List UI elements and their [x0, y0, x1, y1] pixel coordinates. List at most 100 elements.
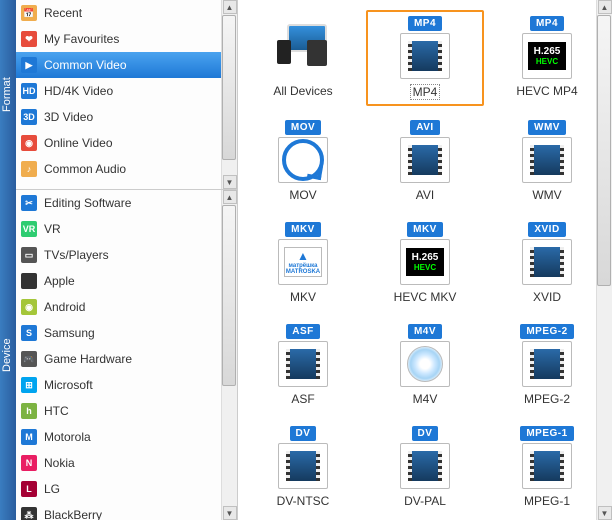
scroll-down-icon[interactable]: ▼	[598, 506, 612, 520]
format-label: ASF	[291, 392, 314, 406]
sidebar-item-my-favourites[interactable]: ❤My Favourites	[16, 26, 237, 52]
scroll-down-icon[interactable]: ▼	[223, 506, 237, 520]
format-badge: AVI	[410, 120, 439, 135]
document-icon	[400, 443, 450, 489]
sidebar-item-vr[interactable]: VRVR	[16, 216, 237, 242]
sidebar-item-online-video[interactable]: ◉Online Video	[16, 130, 237, 156]
rail-label-format: Format	[0, 0, 16, 190]
scroll-down-icon[interactable]: ▼	[223, 175, 237, 189]
sidebar-item-recent[interactable]: 📅Recent	[16, 0, 237, 26]
content-scrollbar[interactable]: ▲ ▼	[596, 0, 612, 520]
sidebar-item-hd-4k-video[interactable]: HD HD/4K Video	[16, 78, 237, 104]
scroll-up-icon[interactable]: ▲	[223, 190, 237, 204]
format-tile-wmv[interactable]: WMVWMV	[488, 114, 606, 208]
category-rail: Format Device	[0, 0, 16, 520]
android-icon: ◉	[20, 298, 38, 316]
format-label: MKV	[290, 290, 316, 304]
format-label: AVI	[416, 188, 434, 202]
device-scrollbar[interactable]: ▲▼	[221, 190, 237, 520]
game-icon: 🎮	[20, 350, 38, 368]
format-tile-hevc-mkv[interactable]: MKVH.265HEVC HEVC MKV	[366, 216, 484, 310]
sidebar-item-label: Nokia	[44, 456, 75, 470]
scroll-track[interactable]	[222, 14, 237, 175]
sidebar-item-label: Game Hardware	[44, 352, 132, 366]
format-label: XVID	[533, 290, 561, 304]
format-icon: MPEG-1	[515, 426, 579, 490]
format-tile-mp4[interactable]: MP4 MP4	[366, 10, 484, 106]
format-label: HEVC MKV	[394, 290, 457, 304]
online-video-icon: ◉	[20, 134, 38, 152]
format-label: DV-NTSC	[277, 494, 330, 508]
format-tile-all-devices[interactable]: All Devices	[244, 10, 362, 106]
format-tile-m4v[interactable]: M4VM4V	[366, 318, 484, 412]
sidebar-item-label: HD/4K Video	[44, 84, 113, 98]
format-icon: DV	[393, 426, 457, 490]
sidebar-item-tvs-players[interactable]: ▭TVs/Players	[16, 242, 237, 268]
format-badge: WMV	[528, 120, 566, 135]
format-tile-mov[interactable]: MOVMOV	[244, 114, 362, 208]
scroll-thumb[interactable]	[222, 205, 236, 386]
scroll-track[interactable]	[597, 14, 612, 506]
sidebar-item-label: TVs/Players	[44, 248, 109, 262]
format-scrollbar[interactable]: ▲▼	[221, 0, 237, 189]
document-icon	[522, 341, 572, 387]
format-tile-avi[interactable]: AVI AVI	[366, 114, 484, 208]
format-icon: XVID	[515, 222, 579, 286]
microsoft-icon: ⊞	[20, 376, 38, 394]
format-label: MP4	[410, 84, 441, 100]
sidebar-item-samsung[interactable]: SSamsung	[16, 320, 237, 346]
document-icon	[278, 137, 328, 183]
scroll-thumb[interactable]	[222, 15, 236, 160]
format-tile-asf[interactable]: ASF ASF	[244, 318, 362, 412]
sidebar-item-3d-video[interactable]: 3D3D Video	[16, 104, 237, 130]
sidebar-item-motorola[interactable]: MMotorola	[16, 424, 237, 450]
rail-label-device: Device	[0, 190, 16, 520]
format-badge: XVID	[528, 222, 565, 237]
recent-icon: 📅	[20, 4, 38, 22]
format-icon: ASF	[271, 324, 335, 388]
sidebar-item-blackberry[interactable]: ⁂BlackBerry	[16, 502, 237, 520]
scroll-up-icon[interactable]: ▲	[223, 0, 237, 14]
sidebar-item-nokia[interactable]: NNokia	[16, 450, 237, 476]
format-icon: WMV	[515, 120, 579, 184]
format-icon: MPEG-2	[515, 324, 579, 388]
sidebar-item-label: 3D Video	[44, 110, 93, 124]
sidebar-device-section: ✂Editing SoftwareVRVR▭TVs/Players Apple ◉ A…	[16, 190, 237, 520]
sidebar-item-label: My Favourites	[44, 32, 119, 46]
format-grid: All DevicesMP4MP4MP4H.265HEVCHEVC MP4MOV…	[238, 0, 612, 520]
sidebar-format-section: 📅Recent❤My Favourites▶Common Video HD HD/4…	[16, 0, 237, 190]
lg-icon: L	[20, 480, 38, 498]
sidebar-item-label: Apple	[44, 274, 75, 288]
format-tile-hevc-mp4[interactable]: MP4H.265HEVCHEVC MP4	[488, 10, 606, 106]
sidebar-item-label: Android	[44, 300, 85, 314]
sidebar-item-htc[interactable]: hHTC	[16, 398, 237, 424]
format-tile-dv-pal[interactable]: DVDV-PAL	[366, 420, 484, 514]
editing-icon: ✂	[20, 194, 38, 212]
sidebar-item-editing-software[interactable]: ✂Editing Software	[16, 190, 237, 216]
sidebar-item-lg[interactable]: L LG	[16, 476, 237, 502]
format-tile-mpeg-1[interactable]: MPEG-1MPEG-1	[488, 420, 606, 514]
format-icon: M4V	[393, 324, 457, 388]
scroll-track[interactable]	[222, 204, 237, 506]
sidebar-item-common-video[interactable]: ▶Common Video	[16, 52, 237, 78]
format-tile-mpeg-2[interactable]: MPEG-2 MPEG-2	[488, 318, 606, 412]
scroll-up-icon[interactable]: ▲	[598, 0, 612, 14]
format-icon: MKVH.265HEVC	[393, 222, 457, 286]
sidebar-item-label: LG	[44, 482, 60, 496]
format-badge: M4V	[408, 324, 442, 339]
format-label: All Devices	[273, 84, 332, 98]
format-label: MPEG-2	[524, 392, 570, 406]
format-badge: MP4	[530, 16, 564, 31]
sidebar-item-microsoft[interactable]: ⊞Microsoft	[16, 372, 237, 398]
samsung-icon: S	[20, 324, 38, 342]
hd-icon: HD	[20, 82, 38, 100]
format-badge: MP4	[408, 16, 442, 31]
scroll-thumb[interactable]	[597, 15, 611, 286]
format-tile-dv-ntsc[interactable]: DVDV-NTSC	[244, 420, 362, 514]
sidebar-item-game-hardware[interactable]: 🎮 Game Hardware	[16, 346, 237, 372]
sidebar-item-common-audio[interactable]: ♪Common Audio	[16, 156, 237, 182]
sidebar-item-android[interactable]: ◉ Android	[16, 294, 237, 320]
format-tile-xvid[interactable]: XVID XVID	[488, 216, 606, 310]
sidebar-item-apple[interactable]: Apple	[16, 268, 237, 294]
format-tile-mkv[interactable]: MKVматрёшкаMATROSKAMKV	[244, 216, 362, 310]
